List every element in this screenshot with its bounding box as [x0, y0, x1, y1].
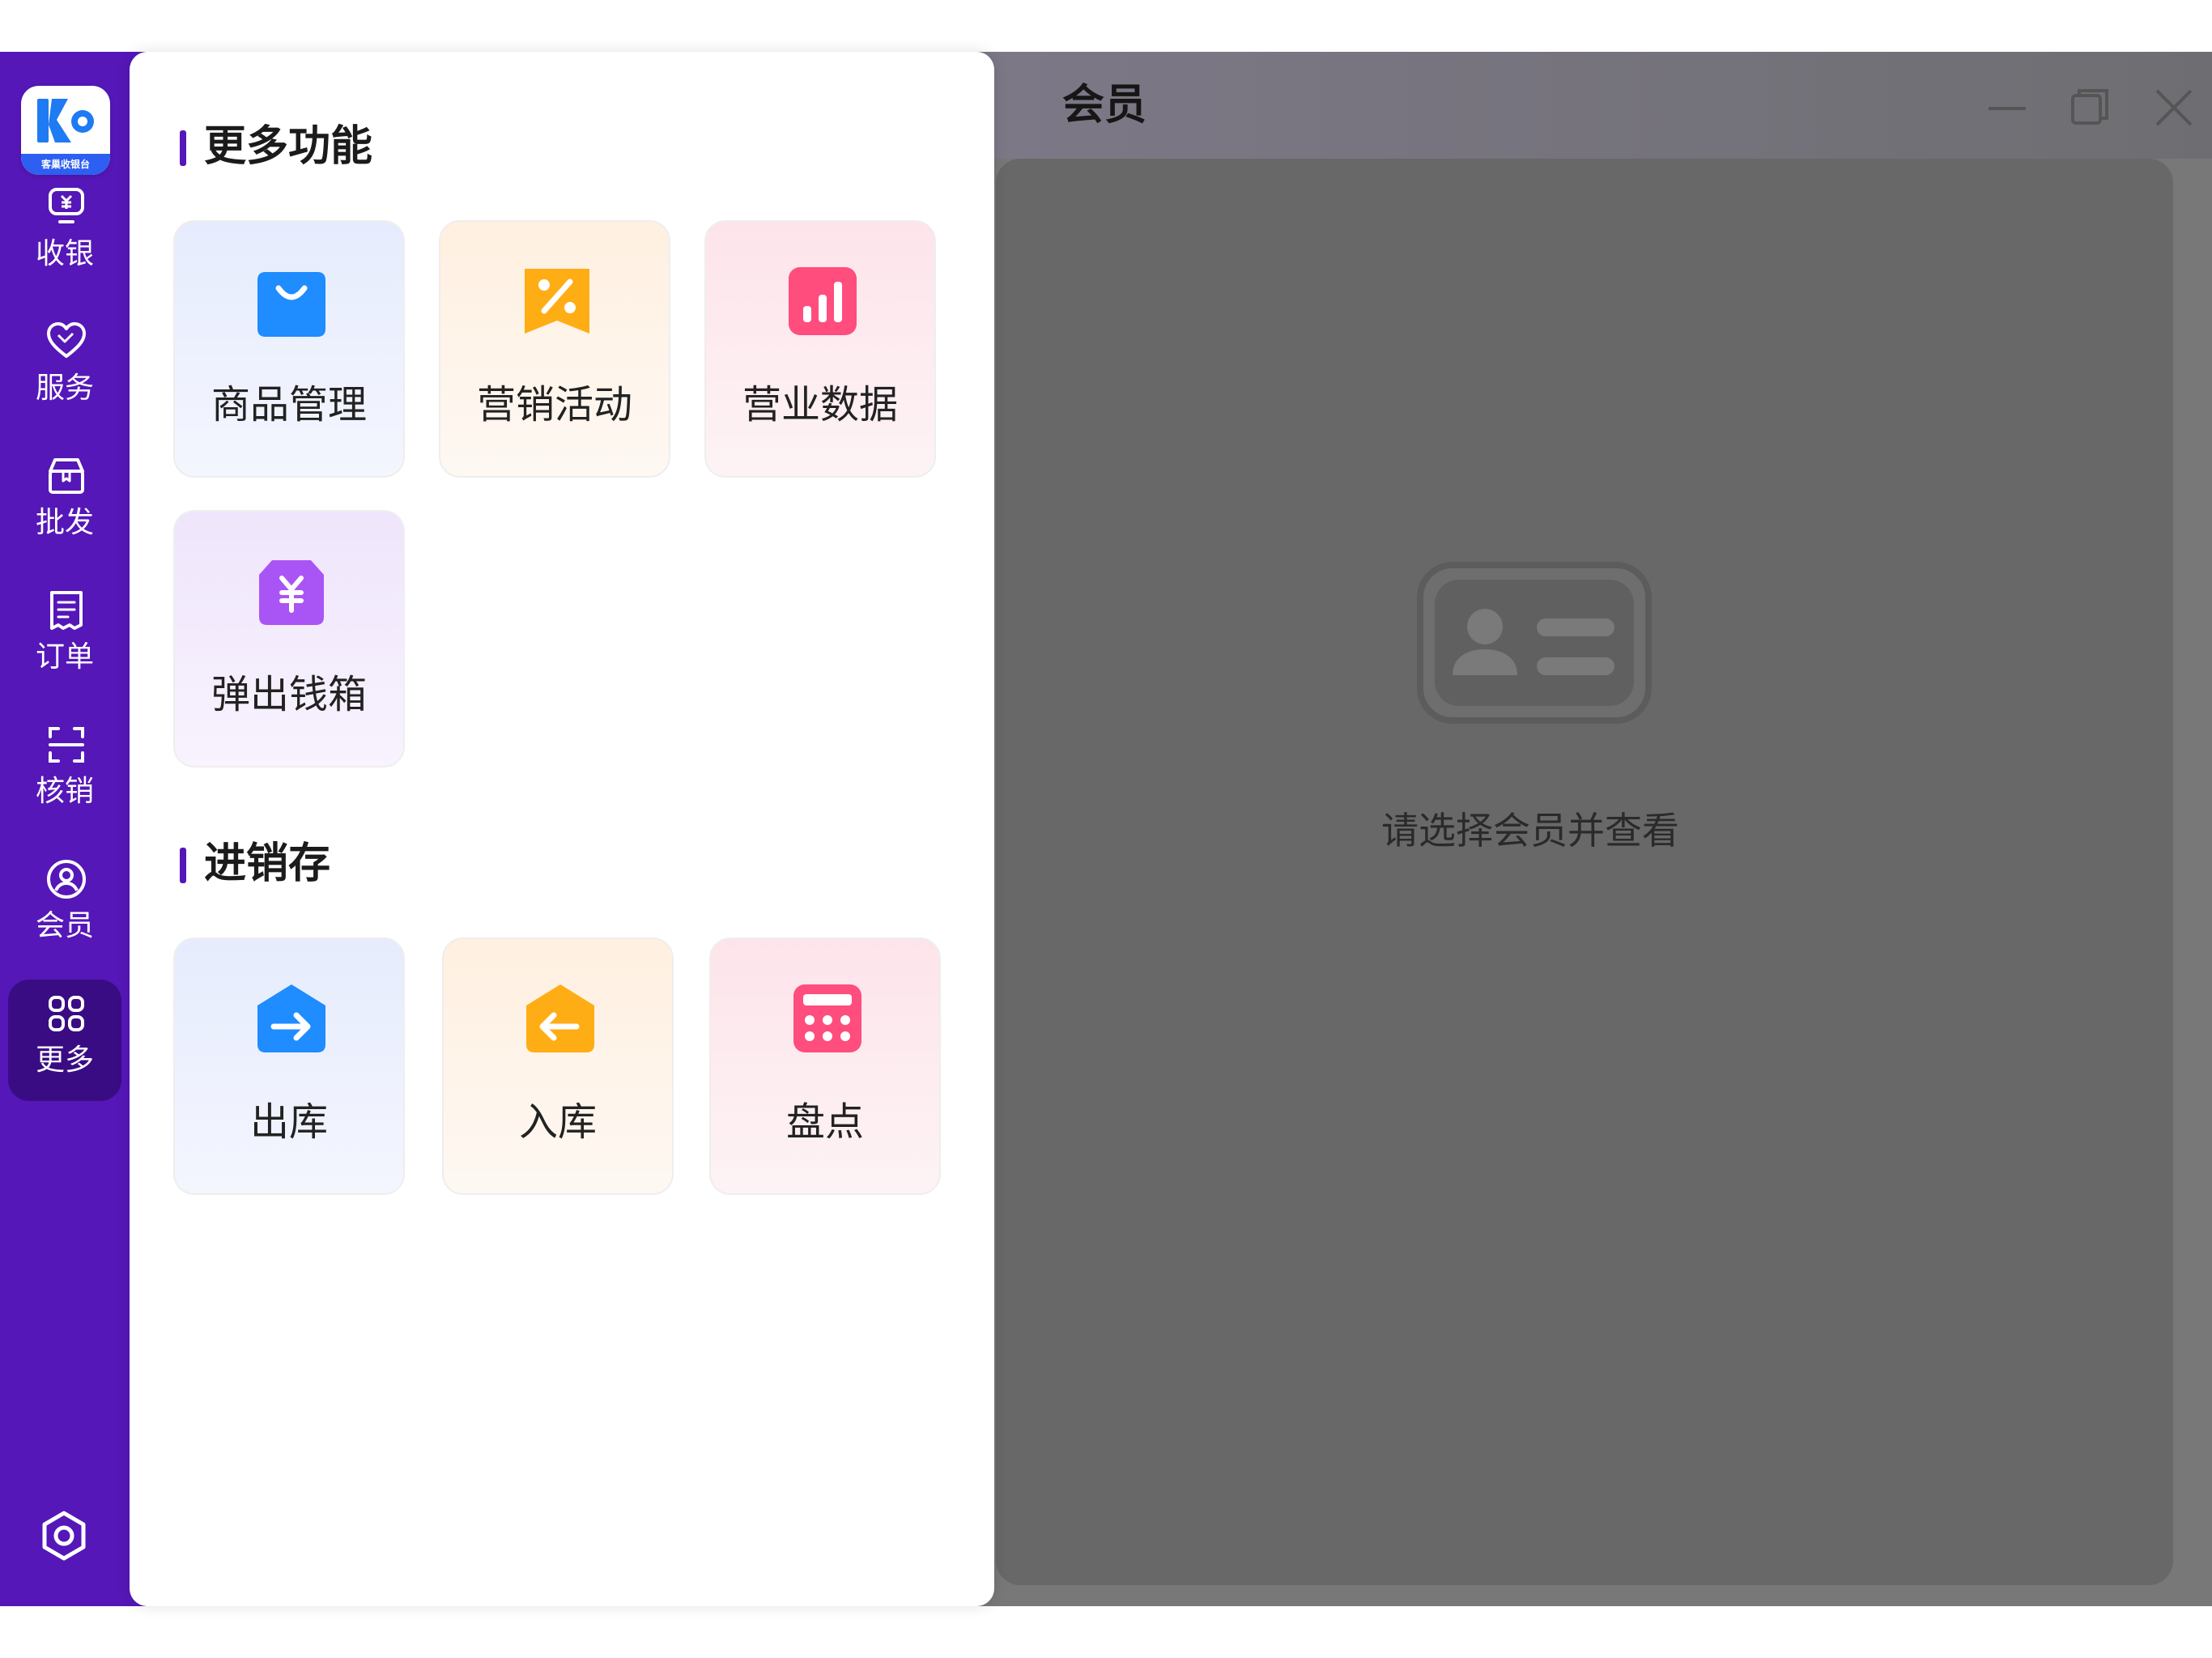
- content-area: [996, 159, 2173, 1585]
- stock-out-icon: [257, 984, 325, 1052]
- sidebar-item-service[interactable]: 服务: [8, 308, 121, 429]
- restore-icon[interactable]: [2066, 84, 2113, 131]
- sidebar: 客巢收银台 收银 服务 批发 订单 核销 会员 更多: [0, 52, 146, 1606]
- close-icon[interactable]: [2150, 84, 2197, 131]
- tile-label: 入库: [518, 1099, 597, 1145]
- member-card-icon: [1417, 562, 1652, 724]
- order-icon: [50, 591, 83, 630]
- stock-in-icon: [526, 984, 594, 1052]
- logo-text: 客巢收银台: [21, 154, 110, 175]
- cashier-icon: [49, 188, 84, 223]
- sidebar-item-label: 核销: [35, 775, 94, 808]
- more-functions-panel: 更多功能 商品管理 营销活动 营业数据 弹出钱箱 进销存 出库 入库 盘点: [130, 52, 994, 1606]
- heart-icon: [47, 322, 86, 358]
- tile-open-cash-drawer[interactable]: 弹出钱箱: [173, 510, 405, 767]
- sidebar-item-label: 收银: [35, 237, 94, 270]
- sidebar-item-label: 更多: [35, 1044, 94, 1077]
- sidebar-item-label: 批发: [35, 506, 94, 539]
- tile-stocktake[interactable]: 盘点: [709, 937, 941, 1195]
- tile-label: 营销活动: [476, 382, 632, 427]
- sidebar-item-orders[interactable]: 订单: [8, 576, 121, 698]
- tile-label: 商品管理: [211, 382, 367, 427]
- section-title-inventory: 进销存: [180, 837, 330, 891]
- window-titlebar: 会员: [955, 52, 2212, 159]
- box-icon: [49, 458, 84, 494]
- sidebar-item-cashier[interactable]: 收银: [8, 173, 121, 295]
- empty-state-text: 请选择会员并查看: [1381, 809, 1679, 852]
- app-logo: 客巢收银台: [21, 86, 110, 175]
- cash-box-icon: [259, 560, 324, 625]
- user-icon: [47, 860, 86, 899]
- scan-icon: [49, 727, 84, 763]
- grid-icon: [49, 996, 84, 1031]
- tile-marketing[interactable]: 营销活动: [439, 220, 670, 478]
- tile-label: 弹出钱箱: [211, 672, 367, 717]
- tile-label: 盘点: [785, 1099, 864, 1145]
- app: 客巢收银台 收银 服务 批发 订单 核销 会员 更多 会员 请选择会员并查看 更…: [0, 52, 2212, 1606]
- window-title: 会员: [1062, 81, 1147, 130]
- tile-label: 营业数据: [742, 382, 898, 427]
- sidebar-item-label: 会员: [35, 909, 94, 942]
- tile-label: 出库: [249, 1099, 328, 1145]
- tile-stock-in[interactable]: 入库: [442, 937, 674, 1195]
- sidebar-item-label: 服务: [35, 372, 94, 405]
- sidebar-item-member[interactable]: 会员: [8, 845, 121, 967]
- calculator-icon: [793, 984, 861, 1052]
- screen: 客巢收银台 收银 服务 批发 订单 核销 会员 更多 会员 请选择会员并查看 更…: [0, 0, 2212, 1658]
- discount-ticket-icon: [525, 269, 589, 334]
- sidebar-item-label: 订单: [35, 640, 94, 674]
- minimize-icon[interactable]: [1984, 84, 2031, 131]
- tile-stock-out[interactable]: 出库: [173, 937, 405, 1195]
- section-title-more: 更多功能: [180, 120, 372, 173]
- tile-business-data[interactable]: 营业数据: [704, 220, 936, 478]
- tile-product-management[interactable]: 商品管理: [173, 220, 405, 478]
- logo-k-icon: [37, 99, 94, 142]
- settings-icon[interactable]: [37, 1509, 91, 1562]
- sidebar-item-wholesale[interactable]: 批发: [8, 442, 121, 563]
- shopping-bag-icon: [257, 272, 325, 337]
- sidebar-item-verify[interactable]: 核销: [8, 711, 121, 832]
- bar-chart-icon: [789, 267, 857, 335]
- sidebar-item-more[interactable]: 更多: [8, 980, 121, 1101]
